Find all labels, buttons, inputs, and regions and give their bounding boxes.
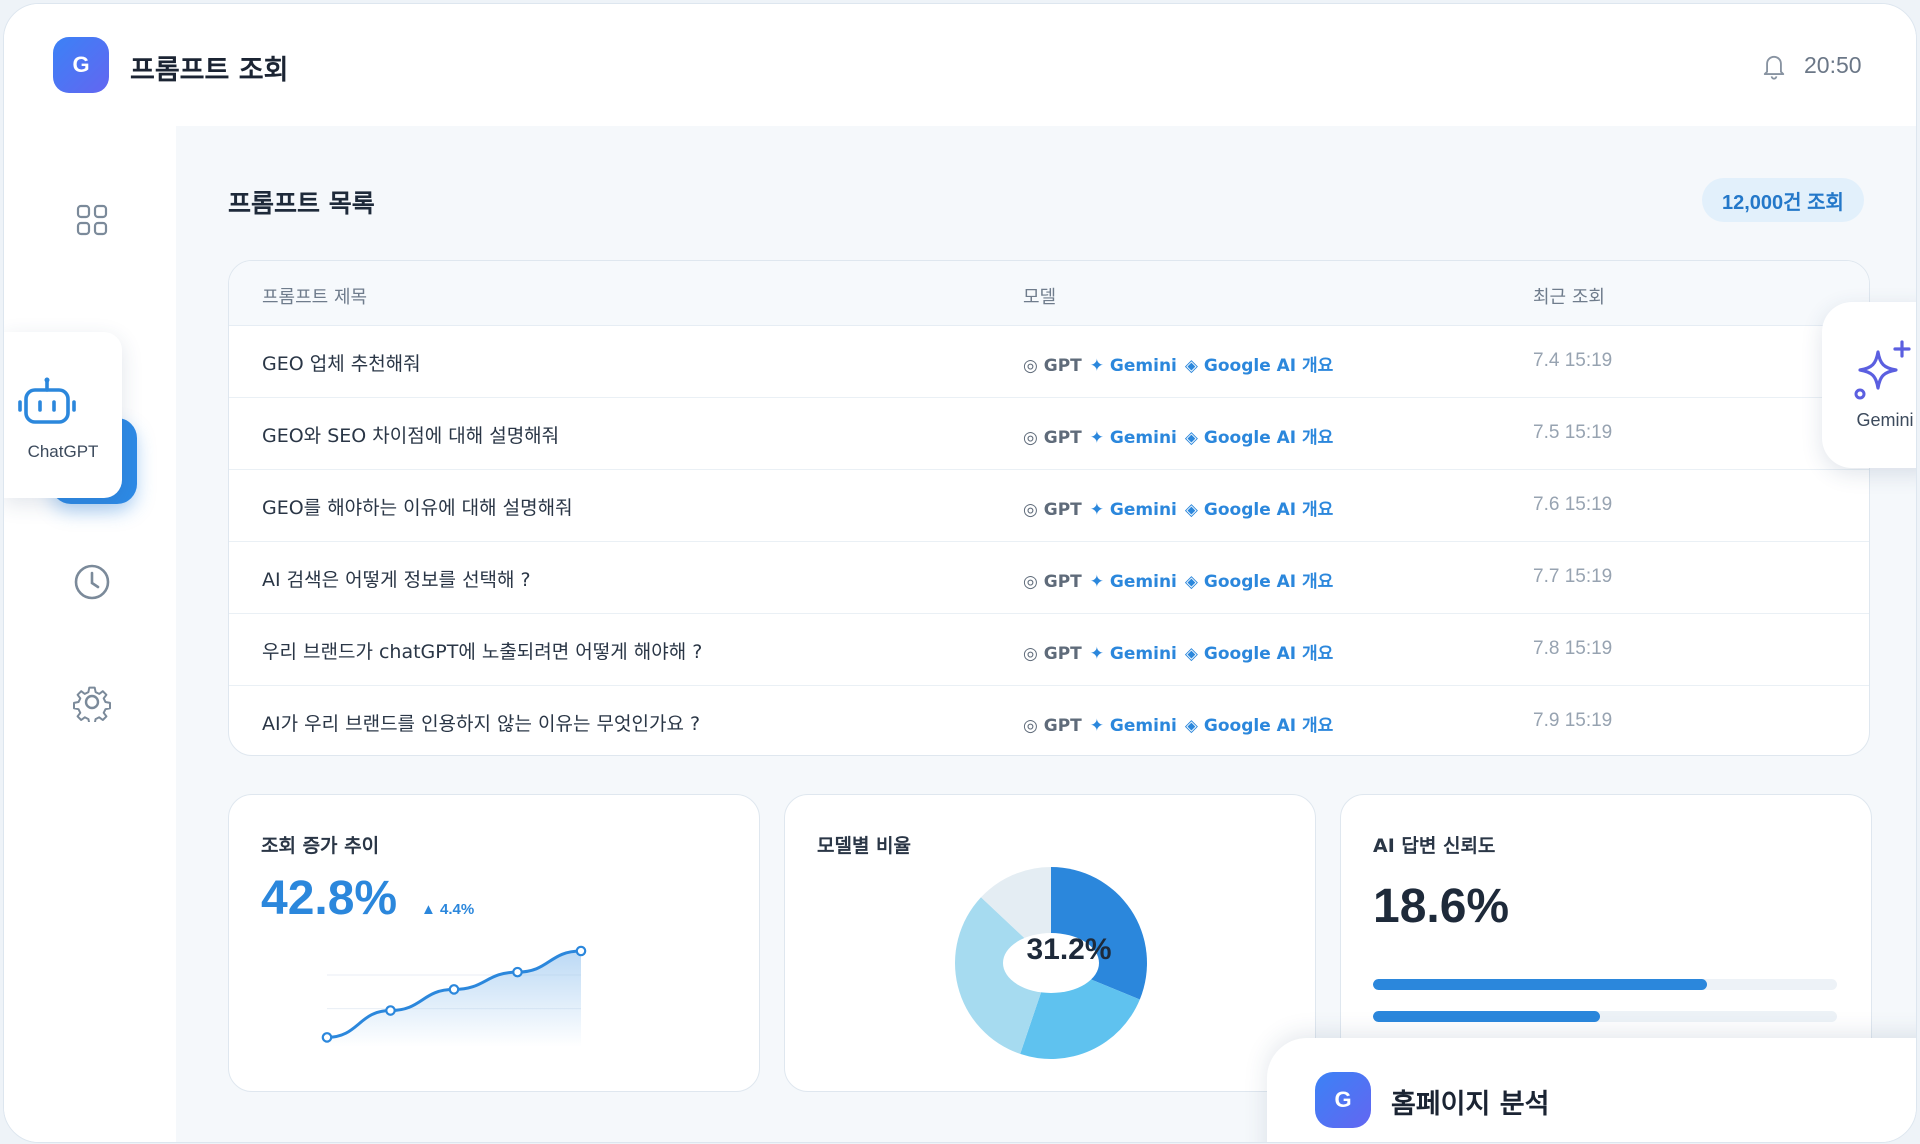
trend-delta: ▲ 4.4% xyxy=(421,901,475,918)
trend-point xyxy=(321,1032,333,1043)
table-header: 프롬프트 제목 모델 최근 조회 xyxy=(229,261,1869,326)
gpt-tag: ◎ GPT xyxy=(1023,644,1082,664)
model-tags: ◎ GPT ✦ Gemini ◈ Google AI 개요 xyxy=(1023,567,1333,592)
google-ai-tag: ◈ Google AI 개요 xyxy=(1184,428,1334,448)
trend-line-chart xyxy=(321,945,587,1047)
home-title: 홈페이지 분석 xyxy=(1391,1089,1550,1120)
reliability-value: 18.6% xyxy=(1373,880,1510,933)
prompt-title: 우리 브랜드가 chatGPT에 노출되려면 어떻게 해야해 ? xyxy=(262,641,703,663)
progress-fill xyxy=(1373,1011,1601,1022)
app-window: G 프롬프트 조회 20:50 ChatGPT 프롬프트 목록 12,000건 … xyxy=(3,3,1917,1143)
recent-date: 7.6 15:19 xyxy=(1533,494,1613,515)
recent-date: 7.4 15:19 xyxy=(1533,350,1613,371)
prompt-title: GEO와 SEO 차이점에 대해 설명해줘 xyxy=(262,425,560,447)
google-ai-tag: ◈ Google AI 개요 xyxy=(1184,572,1334,592)
trend-card: 조회 증가 추이 42.8% ▲ 4.4% xyxy=(228,794,760,1092)
app-logo[interactable]: G xyxy=(53,37,109,93)
prompt-title: GEO 업체 추천해줘 xyxy=(262,353,421,375)
col-header-title[interactable]: 프롬프트 제목 xyxy=(262,283,367,309)
prompt-title: AI 검색은 어떻게 정보를 선택해 ? xyxy=(262,569,531,591)
google-ai-tag: ◈ Google AI 개요 xyxy=(1184,716,1334,736)
progress-track xyxy=(1373,1011,1837,1022)
col-header-recent[interactable]: 최근 조회 xyxy=(1533,283,1605,309)
gpt-tag: ◎ GPT xyxy=(1023,716,1082,736)
model-tags: ◎ GPT ✦ Gemini ◈ Google AI 개요 xyxy=(1023,423,1333,448)
settings-gear-icon[interactable] xyxy=(72,682,112,722)
trend-point xyxy=(575,945,587,957)
reliability-title: AI 답변 신뢰도 xyxy=(1373,835,1496,857)
section-title: 프롬프트 목록 xyxy=(228,189,375,218)
table-row[interactable]: GEO와 SEO 차이점에 대해 설명해줘 ◎ GPT ✦ Gemini ◈ Goo… xyxy=(229,397,1869,470)
gemini-tag: ✦ Gemini xyxy=(1089,356,1177,376)
home-logo: G xyxy=(1315,1072,1371,1128)
progress-track xyxy=(1373,979,1837,990)
google-ai-tag: ◈ Google AI 개요 xyxy=(1184,500,1334,520)
top-header: G 프롬프트 조회 20:50 xyxy=(4,4,1916,127)
prompt-title: GEO를 해야하는 이유에 대해 설명해줘 xyxy=(262,497,573,519)
clock-time: 20:50 xyxy=(1804,52,1862,78)
bell-icon[interactable] xyxy=(1760,51,1788,81)
main-content: 프롬프트 목록 12,000건 조회 프롬프트 제목 모델 최근 조회 GEO … xyxy=(176,126,1916,1142)
count-badge: 12,000건 조회 xyxy=(1702,178,1864,222)
gemini-tag: ✦ Gemini xyxy=(1089,428,1177,448)
model-tags: ◎ GPT ✦ Gemini ◈ Google AI 개요 xyxy=(1023,711,1333,736)
recent-date: 7.8 15:19 xyxy=(1533,638,1613,659)
table-row[interactable]: AI가 우리 브랜드를 인용하지 않는 이유는 무엇인가요 ? ◎ GPT ✦ G… xyxy=(229,685,1869,755)
trend-point xyxy=(512,966,523,978)
gpt-tag: ◎ GPT xyxy=(1023,572,1082,592)
dashboard-grid-icon[interactable] xyxy=(72,200,112,240)
recent-date: 7.7 15:19 xyxy=(1533,566,1613,587)
google-ai-tag: ◈ Google AI 개요 xyxy=(1184,356,1334,376)
table-row[interactable]: AI 검색은 어떻게 정보를 선택해 ? ◎ GPT ✦ Gemini ◈ Goog… xyxy=(229,541,1869,614)
recent-date: 7.9 15:19 xyxy=(1533,710,1613,731)
gemini-tag: ✦ Gemini xyxy=(1089,500,1177,520)
gemini-tag: ✦ Gemini xyxy=(1089,716,1177,736)
prompt-title: AI가 우리 브랜드를 인용하지 않는 이유는 무엇인가요 ? xyxy=(262,713,701,735)
history-clock-icon[interactable] xyxy=(72,562,112,602)
table-row[interactable]: GEO 업체 추천해줘 ◎ GPT ✦ Gemini ◈ Google AI 개요 … xyxy=(229,325,1869,398)
sparkle-icon xyxy=(1854,340,1911,400)
pie-center-label: 31.2% xyxy=(1026,933,1112,966)
prompt-table: 프롬프트 제목 모델 최근 조회 GEO 업체 추천해줘 ◎ GPT ✦ Gemi… xyxy=(228,260,1870,756)
gpt-tag: ◎ GPT xyxy=(1023,428,1082,448)
model-tags: ◎ GPT ✦ Gemini ◈ Google AI 개요 xyxy=(1023,639,1333,664)
google-ai-tag: ◈ Google AI 개요 xyxy=(1184,644,1334,664)
gpt-tag: ◎ GPT xyxy=(1023,500,1082,520)
gemini-tag: ✦ Gemini xyxy=(1089,644,1177,664)
chatgpt-floating-card[interactable]: ChatGPT xyxy=(4,332,122,498)
page-title: 프롬프트 조회 xyxy=(130,55,289,86)
progress-fill xyxy=(1373,979,1708,990)
gpt-tag: ◎ GPT xyxy=(1023,356,1082,376)
trend-title: 조회 증가 추이 xyxy=(261,835,380,857)
trend-point xyxy=(448,984,460,995)
robot-icon xyxy=(18,377,76,424)
sidebar: ChatGPT xyxy=(4,126,177,1142)
homepage-analysis-card[interactable]: G 홈페이지 분석 xyxy=(1267,1038,1916,1142)
model-ratio-card: 모델별 비율 31.2% xyxy=(784,794,1316,1092)
recent-date: 7.5 15:19 xyxy=(1533,422,1613,443)
gemini-label: Gemini xyxy=(1856,410,1914,430)
model-ratio-title: 모델별 비율 xyxy=(817,835,912,857)
gemini-tag: ✦ Gemini xyxy=(1089,572,1177,592)
model-tags: ◎ GPT ✦ Gemini ◈ Google AI 개요 xyxy=(1023,495,1333,520)
trend-point xyxy=(385,1005,396,1016)
table-row[interactable]: 우리 브랜드가 chatGPT에 노출되려면 어떻게 해야해 ? ◎ GPT ✦ … xyxy=(229,613,1869,686)
chatgpt-label: ChatGPT xyxy=(27,442,99,461)
model-tags: ◎ GPT ✦ Gemini ◈ Google AI 개요 xyxy=(1023,351,1333,376)
col-header-model[interactable]: 모델 xyxy=(1023,283,1056,309)
gemini-floating-card[interactable]: Gemini xyxy=(1822,302,1916,468)
trend-value: 42.8% xyxy=(261,872,398,925)
table-row[interactable]: GEO를 해야하는 이유에 대해 설명해줘 ◎ GPT ✦ Gemini ◈ Goo… xyxy=(229,469,1869,542)
